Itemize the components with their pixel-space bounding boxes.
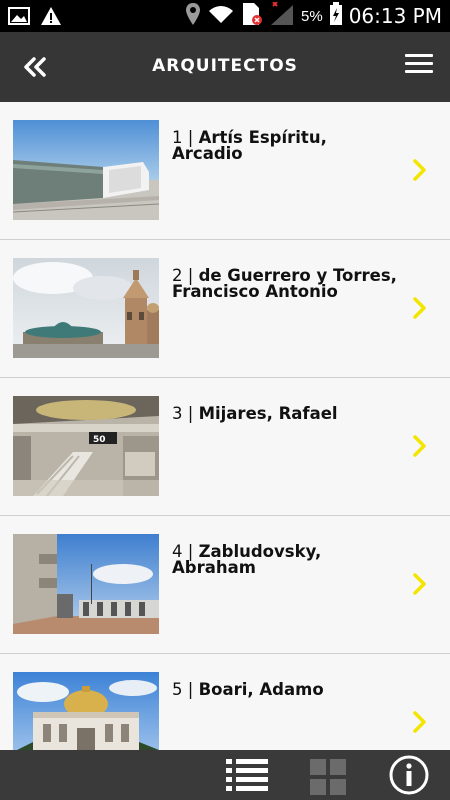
architect-photo [13,672,159,750]
architect-photo: 50 [13,396,159,496]
location-icon [185,2,201,31]
architect-name: Boari, Adamo [198,680,324,699]
page-title: ARQUITECTOS [152,56,298,76]
status-time: 06:13 PM [348,4,442,28]
architect-name: de Guerrero y Torres, Francisco Antonio [172,266,397,301]
battery-icon [329,1,343,31]
chevron-right-icon[interactable] [412,710,428,734]
bottom-toolbar [0,750,450,800]
architect-photo [13,120,159,220]
list-item[interactable]: 5 | Boari, Adamo [0,654,450,750]
architect-name: Mijares, Rafael [198,404,338,423]
battery-percent: 5% [301,7,323,25]
list-item[interactable]: 4 | Zabludovsky, Abraham [0,516,450,654]
image-icon [8,6,30,31]
hamburger-icon[interactable] [405,54,433,80]
svg-text:50: 50 [93,435,106,445]
warning-icon [40,6,62,31]
chevron-right-icon[interactable] [412,572,428,596]
sim-icon [241,2,263,31]
architect-photo [13,534,159,634]
info-icon[interactable] [389,755,429,795]
architect-name: Zabludovsky, Abraham [172,542,322,577]
grid-view-icon[interactable] [310,759,346,795]
architect-number: 5 | [172,680,194,699]
list-item[interactable]: 1 | Artís Espíritu, Arcadio [0,102,450,240]
list-item[interactable]: 50 3 | Mijares, Rafael [0,378,450,516]
app-header: ARQUITECTOS [0,32,450,102]
status-bar: 5% 06:13 PM [0,0,450,32]
chevron-right-icon[interactable] [412,158,428,182]
wifi-icon [207,3,235,30]
chevron-right-icon[interactable] [412,296,428,320]
architect-number: 3 | [172,404,194,423]
architect-list: 1 | Artís Espíritu, Arcadio 2 | de Guerr… [0,102,450,750]
list-item[interactable]: 2 | de Guerrero y Torres, Francisco Anto… [0,240,450,378]
architect-photo [13,258,159,358]
signal-icon [269,0,295,31]
chevron-right-icon[interactable] [412,434,428,458]
architect-name: Artís Espíritu, Arcadio [172,128,327,163]
list-view-icon[interactable] [226,758,270,792]
